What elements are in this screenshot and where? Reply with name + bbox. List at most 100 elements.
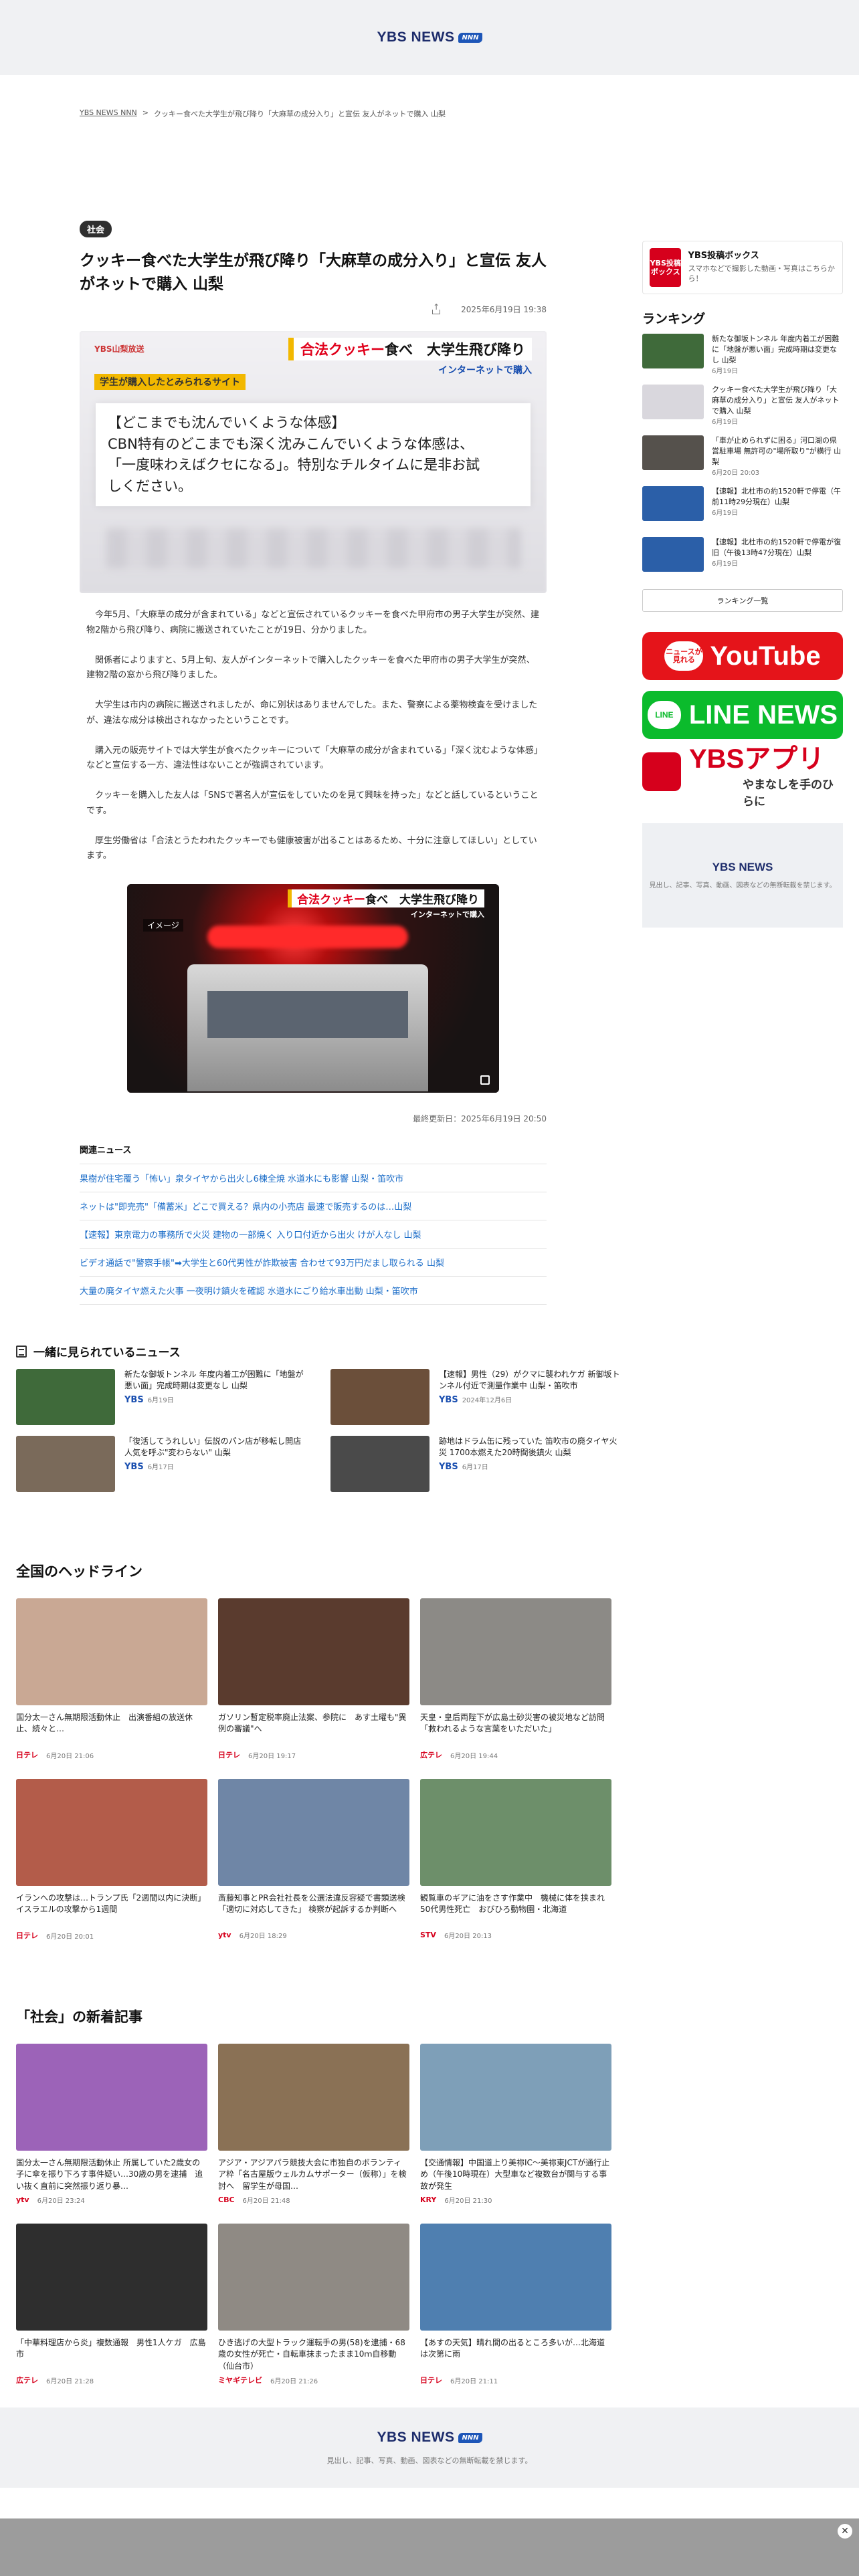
headline-card[interactable]: イランへの攻撃は…トランプ氏「2週間以内に決断」 イスラエルの攻撃から1週間 日テ…: [16, 1779, 207, 1941]
read-together-heading: 一緒に見られているニュース: [16, 1343, 610, 1360]
breadcrumb-home-link[interactable]: YBS NEWS NNN: [80, 108, 137, 119]
source-logo: 広テレ: [420, 1751, 442, 1759]
ranking-item[interactable]: 「車が止められずに困る」河口湖の県営駐車場 無許可の"場所取り"が横行 山梨 6月…: [642, 435, 843, 479]
headline-card[interactable]: 観覧車のギアに油をさす作業中 機械に体を挟まれ50代男性死亡 おびひろ動物園・北…: [420, 1779, 611, 1941]
headline-card-date: 6月20日 20:01: [46, 1933, 94, 1941]
breadcrumb: YBS NEWS NNN > クッキー食べた大学生が飛び降り「大麻草の成分入り」…: [80, 108, 446, 119]
source-logo: CBC: [218, 2195, 235, 2204]
ranking-item-date: 6月19日: [712, 367, 739, 375]
source-logo: KRY: [420, 2195, 437, 2204]
social-card[interactable]: 【あすの天気】晴れ間の出るところ多いが…北海道は次第に雨 日テレ 6月20日 21:…: [420, 2224, 611, 2385]
related-news-link[interactable]: ネットは"即完売"「備蓄米」どこで買える？県内の小売店 最速で販売するのは…山梨: [80, 1192, 547, 1220]
video-telop-main: 食べ 大学生飛び降り: [365, 893, 479, 907]
social-card[interactable]: ひき逃げの大型トラック運転手の男(58)を逮捕・68歳の女性が死亡・自転車抹まっ…: [218, 2224, 409, 2385]
related-news-link[interactable]: 大量の廃タイヤ燃えた火事 一夜明け鎮火を確認 水道水にごり給水車出動 山梨・笛吹…: [80, 1277, 547, 1305]
headline-card[interactable]: 斎藤知事とPR会社社長を公選法違反容疑で書類送検「適切に対応してきた」 検察が起…: [218, 1779, 409, 1941]
source-logo: 日テレ: [420, 2376, 442, 2385]
social-thumbnail: [218, 2224, 409, 2331]
read-together-thumbnail: [330, 1369, 430, 1425]
source-logo: 広テレ: [16, 2376, 38, 2385]
bottom-ad-bar: ✕: [0, 2518, 859, 2576]
site-header: YBS NEWS NNN: [0, 0, 859, 75]
category-tag[interactable]: 社会: [80, 221, 112, 237]
share-icon[interactable]: [430, 302, 441, 315]
hero-telop: 合法クッキー食べ 大学生飛び降り インターネットで購入: [288, 338, 532, 377]
headline-card[interactable]: ガソリン暫定税率廃止法案、参院に あす土曜も"異例の審議"へ 日テレ 6月20日 1…: [218, 1598, 409, 1760]
read-together-thumbnail: [16, 1369, 115, 1425]
source-logo: YBS: [124, 1461, 144, 1472]
related-news-link[interactable]: ビデオ通話で"警察手帳"➡大学生と60代男性が詐欺被害 合わせて93万円だまし取…: [80, 1249, 547, 1277]
read-together-item[interactable]: 跡地はドラム缶に残っていた 笛吹市の廃タイヤ火災 1700本燃えた20時間後鎮火…: [330, 1436, 625, 1493]
related-news-title: 関連ニュース: [80, 1143, 547, 1164]
article-paragraph: 大学生は市内の病院に搬送されましたが、命に別状はありませんでした。また、警察によ…: [86, 700, 538, 726]
footer-logo-badge: NNN: [458, 2432, 482, 2443]
app-icon: [642, 752, 681, 791]
source-logo: YBS: [124, 1394, 144, 1405]
ranking-thumbnail: [642, 334, 704, 368]
source-logo: YBS: [439, 1394, 458, 1405]
post-box-title: YBS投稿ボックス: [688, 251, 759, 261]
read-together-title: 一緒に見られているニュース: [33, 1346, 181, 1360]
sidebar: YBS投稿ボックス YBS投稿ボックス スマホなどで撮影した動画・写真はこちらか…: [642, 241, 843, 928]
headline-card-date: 6月20日 20:13: [444, 1933, 492, 1940]
ranking-item-title: クッキー食べた大学生が飛び降り「大麻草の成分入り」と宣伝 友人がネットで購入 山…: [712, 385, 840, 415]
hero-blurred-text: [106, 528, 521, 568]
article-date: 2025年6月19日 19:38: [461, 305, 547, 314]
read-together-item[interactable]: 【速報】男性（29）がクマに襲われケガ 新御坂トンネル付近で測量作業中 山梨・笛…: [330, 1369, 625, 1426]
article-video[interactable]: 合法クッキー食べ 大学生飛び降り インターネットで購入 イメージ: [127, 884, 499, 1093]
line-news-label: LINE NEWS: [688, 700, 838, 730]
social-card[interactable]: アジア・アジアパラ競技大会に市独自のボランティア枠「名古屋版ウェルカムサポーター…: [218, 2044, 409, 2205]
ranking-item-title: 【速報】北杜市の約1520軒で停電が復旧（午後13時47分現在）山梨: [712, 538, 841, 557]
ranking-item[interactable]: 新たな御坂トンネル 年度内着工が困難に「地盤が悪い面」完成時期は変更なし 山梨 6…: [642, 334, 843, 378]
social-card-date: 6月20日 21:30: [444, 2197, 492, 2205]
social-card-title: 「中華料理店から炎」複数通報 男性1人ケガ 広島市: [16, 2338, 206, 2359]
social-card[interactable]: 「中華料理店から炎」複数通報 男性1人ケガ 広島市 広テレ 6月20日 21:28: [16, 2224, 207, 2385]
video-telop: 合法クッキー食べ 大学生飛び降り インターネットで購入: [288, 889, 484, 920]
social-card-title: 【交通情報】中国道上り美祢IC～美祢東JCTが通行止め（午後10時現在）大型車な…: [420, 2158, 610, 2191]
read-together-item-title: 跡地はドラム缶に残っていた 笛吹市の廃タイヤ火災 1700本燃えた20時間後鎮火…: [439, 1436, 617, 1458]
expand-icon[interactable]: [480, 1075, 490, 1085]
last-updated: 最終更新日：2025年6月19日 20:50: [413, 1114, 547, 1123]
logo-text: YBS NEWS: [377, 29, 455, 45]
site-logo[interactable]: YBS NEWS NNN: [377, 29, 482, 45]
logo-badge: NNN: [458, 32, 482, 43]
social-card-title: 【あすの天気】晴れ間の出るところ多いが…北海道は次第に雨: [420, 2338, 605, 2359]
footer-logo[interactable]: YBS NEWS NNN: [377, 2430, 482, 2446]
headline-card-title: 斎藤知事とPR会社社長を公選法違反容疑で書類送検「適切に対応してきた」 検察が起…: [218, 1893, 405, 1915]
related-news-link[interactable]: 果樹が住宅覆う「怖い」泉タイヤから出火し6棟全焼 水道水にも影響 山梨・笛吹市: [80, 1164, 547, 1192]
close-icon[interactable]: ✕: [838, 2524, 852, 2539]
sidebar-notice: YBS NEWS 見出し、記事、写真、動画、図表などの無断転載を禁じます。: [642, 823, 843, 928]
social-card[interactable]: 国分太一さん無期限活動休止 所属していた2歳女の子に傘を振り下ろす事件疑い…30…: [16, 2044, 207, 2205]
breadcrumb-current: クッキー食べた大学生が飛び降り「大麻草の成分入り」と宣伝 友人がネットで購入 山…: [154, 110, 446, 118]
read-together-item-date: 6月17日: [147, 1463, 174, 1471]
social-card-title: アジア・アジアパラ競技大会に市独自のボランティア枠「名古屋版ウェルカムサポーター…: [218, 2158, 407, 2191]
ybs-app-banner[interactable]: YBSアプリ やまなしを手のひらに: [642, 746, 843, 808]
youtube-banner[interactable]: ニュースが見れる YouTube: [642, 632, 843, 680]
ranking-item[interactable]: 【速報】北杜市の約1520軒で停電（午前11時29分現在）山梨 6月19日: [642, 486, 843, 530]
read-together-item[interactable]: 新たな御坂トンネル 年度内着工が困難に「地盤が悪い面」完成時期は変更なし 山梨 Y…: [16, 1369, 310, 1426]
headline-card[interactable]: 国分太一さん無期限活動休止 出演番組の放送休止、続々と… 日テレ 6月20日 21:…: [16, 1598, 207, 1760]
post-box[interactable]: YBS投稿ボックス YBS投稿ボックス スマホなどで撮影した動画・写真はこちらか…: [642, 241, 843, 294]
read-together-item-title: 新たな御坂トンネル 年度内着工が困難に「地盤が悪い面」完成時期は変更なし 山梨: [124, 1370, 304, 1391]
line-news-banner[interactable]: LINE LINE NEWS: [642, 691, 843, 739]
video-telop-sub: インターネットで購入: [411, 910, 484, 919]
source-logo: 日テレ: [16, 1931, 38, 1940]
social-card-date: 6月20日 21:48: [242, 2197, 290, 2205]
ranking-item-date: 6月19日: [712, 509, 739, 517]
breadcrumb-separator: >: [142, 108, 149, 117]
hero-quote-line: しください。: [108, 477, 192, 494]
related-news-link[interactable]: 【速報】東京電力の事務所で火災 建物の一部焼く 入り口付近から出火 けが人なし …: [80, 1220, 547, 1249]
headline-card-date: 6月20日 21:06: [46, 1752, 94, 1760]
ranking-title: ランキング: [642, 312, 706, 326]
article-title: クッキー食べた大学生が飛び降り「大麻草の成分入り」と宣伝 友人がネットで購入 山…: [80, 252, 547, 293]
ranking-item[interactable]: クッキー食べた大学生が飛び降り「大麻草の成分入り」と宣伝 友人がネットで購入 山…: [642, 385, 843, 429]
hero-telop-main: 食べ 大学生飛び降り: [385, 342, 525, 358]
ranking-more-button[interactable]: ランキング一覧: [642, 589, 843, 612]
ranking-item[interactable]: 【速報】北杜市の約1520軒で停電が復旧（午後13時47分現在）山梨 6月19日: [642, 537, 843, 581]
hero-telop-highlight: 合法クッキー: [300, 342, 385, 358]
headline-card[interactable]: 天皇・皇后両陛下が広島土砂災害の被災地など訪問「救われるような言葉をいただいた」…: [420, 1598, 611, 1760]
read-together-item[interactable]: 「復活してうれしい」伝説のパン店が移転し開店 人気を呼ぶ"変わらない" 山梨 YB…: [16, 1436, 310, 1493]
headline-thumbnail: [16, 1779, 207, 1886]
social-card[interactable]: 【交通情報】中国道上り美祢IC～美祢東JCTが通行止め（午後10時現在）大型車な…: [420, 2044, 611, 2205]
video-lights: [207, 926, 408, 948]
